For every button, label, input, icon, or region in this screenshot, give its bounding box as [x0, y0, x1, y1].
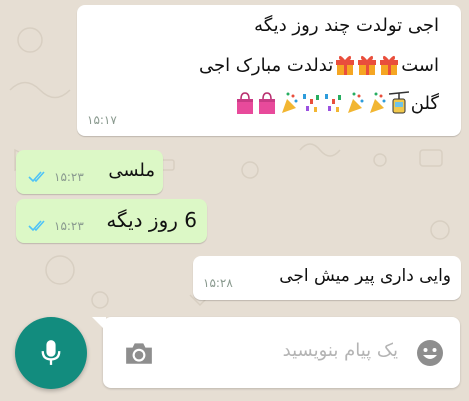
message-meta: ۱۵:۲۳ — [28, 219, 84, 233]
read-receipt-icon — [28, 220, 45, 232]
shopping-bags-icon — [258, 92, 275, 114]
gift-icon — [380, 55, 399, 75]
composer-tail — [92, 317, 106, 331]
message-text: 6 روز دیگه — [106, 208, 197, 232]
camera-icon[interactable] — [124, 340, 154, 366]
microphone-icon — [41, 340, 61, 365]
message-text: وایی داری پیر میش اجی — [279, 266, 451, 286]
message-text: ملسی — [108, 160, 155, 181]
message-composer[interactable]: یک پیام بنویسید — [103, 317, 460, 388]
message-meta: ۱۵:۲۳ — [28, 170, 84, 184]
party-popper-icon — [281, 92, 298, 113]
incoming-message-bubble[interactable]: وایی داری پیر میش اجی ۱۵:۲۸ — [193, 256, 461, 300]
confetti-icon — [302, 94, 319, 112]
message-input-placeholder[interactable]: یک پیام بنویسید — [283, 340, 398, 361]
cable-car-icon — [388, 91, 409, 114]
message-line: اجی تولدت چند روز دیگه — [254, 15, 439, 36]
message-timestamp: ۱۵:۲۸ — [203, 276, 233, 290]
message-text: اجی تولدت چند روز دیگه — [254, 15, 439, 36]
message-timestamp: ۱۵:۲۳ — [54, 219, 84, 233]
message-text: تدلدت مبارک اجی — [198, 54, 334, 76]
message-text: گلن — [410, 92, 439, 114]
outgoing-message-bubble[interactable]: 6 روز دیگه ۱۵:۲۳ — [16, 199, 207, 243]
message-text: است — [401, 54, 439, 76]
outgoing-message-bubble[interactable]: ملسی ۱۵:۲۳ — [16, 150, 163, 194]
incoming-message-bubble[interactable]: اجی تولدت چند روز دیگه است تدلدت مبارک ا… — [77, 5, 461, 136]
read-receipt-icon — [28, 171, 45, 183]
message-line: گلن — [235, 91, 439, 115]
message-timestamp: ۱۵:۲۳ — [54, 170, 84, 184]
gift-icon — [358, 55, 377, 75]
party-popper-icon — [369, 92, 386, 113]
gift-icon — [336, 55, 355, 75]
confetti-icon — [324, 94, 341, 112]
message-timestamp: ۱۵:۱۷ — [87, 113, 117, 127]
message-line: است تدلدت مبارک اجی — [199, 53, 439, 77]
voice-record-button[interactable] — [15, 317, 87, 389]
party-popper-icon — [347, 92, 364, 113]
emoji-icon[interactable] — [415, 338, 445, 368]
shopping-bags-icon — [236, 92, 253, 114]
